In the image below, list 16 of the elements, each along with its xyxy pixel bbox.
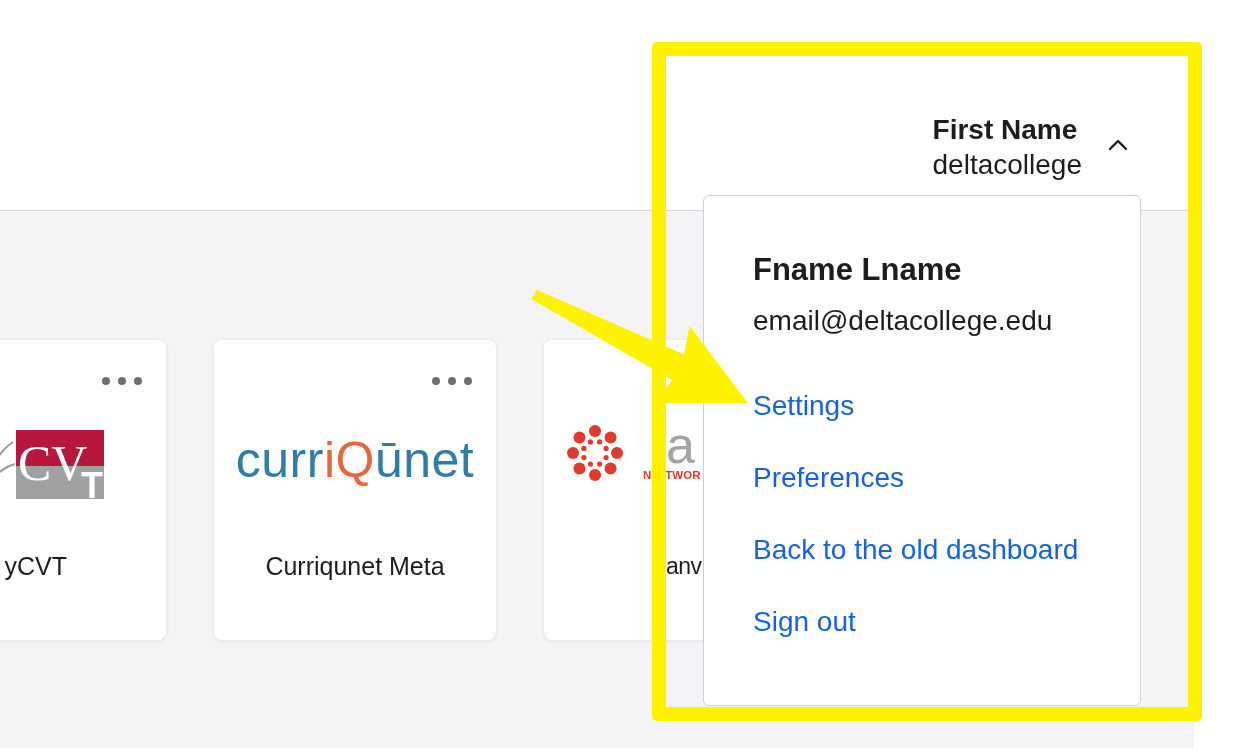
app-name: anv (666, 552, 702, 581)
app-name: yCVT (4, 551, 67, 581)
dotted-ring-icon (567, 425, 623, 481)
logo-text: N (643, 468, 652, 483)
app-card[interactable]: curriQūnet Curriqunet Meta (214, 340, 496, 640)
more-icon[interactable] (432, 377, 472, 385)
menu-email: email@deltacollege.edu (753, 304, 1053, 338)
more-icon[interactable] (102, 377, 142, 385)
logo-text: a (666, 423, 695, 467)
app-logo: curriQūnet (235, 432, 475, 488)
user-organization[interactable]: deltacollege (932, 147, 1082, 182)
logo-text: TWOR (665, 468, 701, 483)
menu-user-name: Fname Lname (753, 252, 962, 288)
user-name[interactable]: First Name (932, 112, 1082, 147)
chevron-icon[interactable] (1108, 139, 1128, 151)
app-name: Curriqunet Meta (265, 551, 445, 581)
